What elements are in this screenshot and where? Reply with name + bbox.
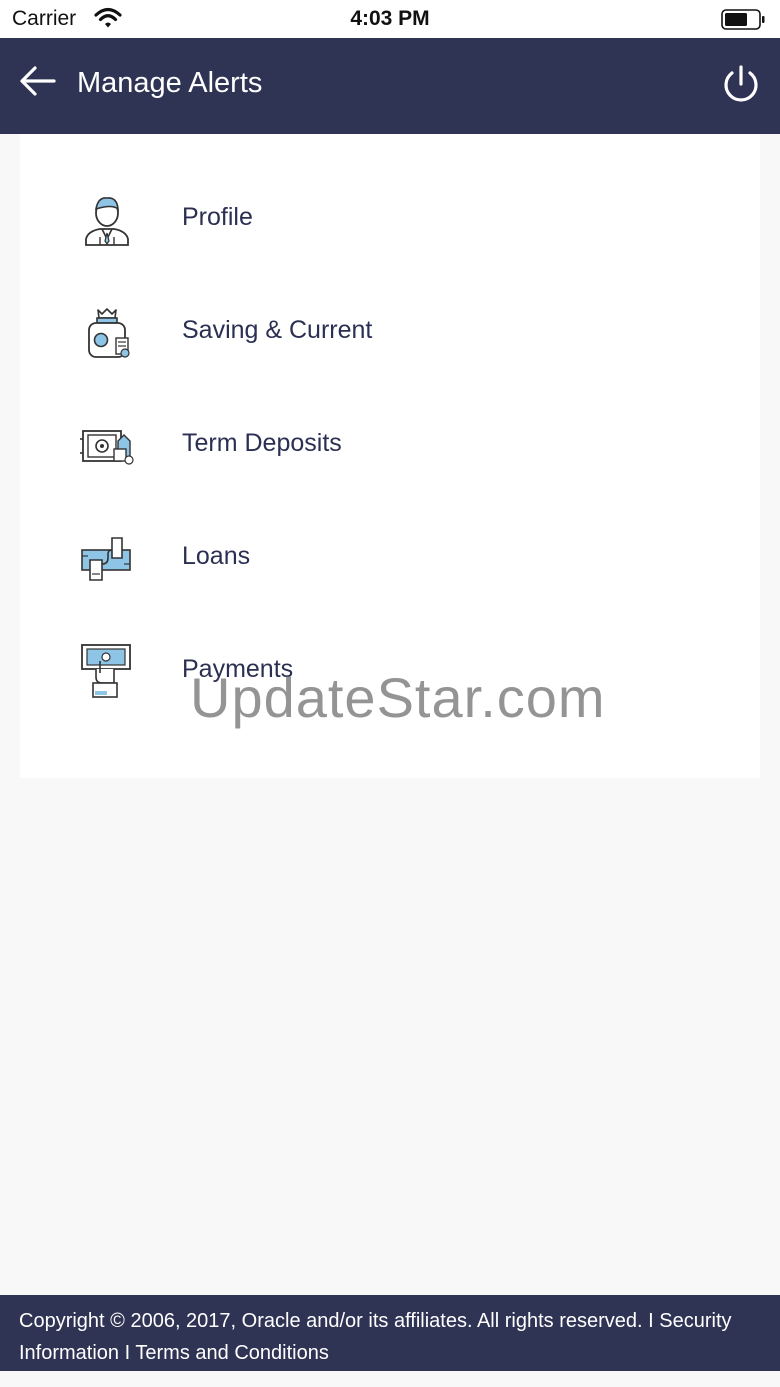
watermark: UpdateStar.com	[190, 666, 606, 729]
saving-jar-icon	[88, 308, 130, 358]
status-bar: Carrier 4:03 PM	[0, 0, 780, 38]
menu-item-loans[interactable]: Loans	[20, 502, 760, 615]
menu-item-term-deposits[interactable]: Term Deposits	[20, 389, 760, 502]
profile-icon	[85, 197, 129, 246]
safe-deposit-icon	[80, 430, 134, 465]
copyright-text: Copyright © 2006, 2017, Oracle and/or it…	[19, 1310, 643, 1332]
terms-and-conditions-link[interactable]: Terms and Conditions	[135, 1342, 328, 1364]
app-header: Manage Alerts	[0, 38, 780, 134]
footer-separator: I	[124, 1342, 131, 1364]
menu-item-label: Loans	[182, 542, 251, 570]
menu-item-profile[interactable]: Profile	[20, 163, 760, 276]
status-time: 4:03 PM	[350, 7, 430, 30]
menu-item-label: Saving & Current	[182, 316, 373, 344]
battery-icon	[721, 9, 765, 30]
payment-hand-icon	[81, 644, 131, 698]
power-icon[interactable]	[718, 62, 764, 108]
menu-item-label: Term Deposits	[182, 429, 342, 457]
loan-exchange-icon	[81, 537, 131, 581]
menu-item-saving-current[interactable]: Saving & Current	[20, 276, 760, 389]
back-arrow-icon[interactable]	[16, 62, 62, 102]
page-title: Manage Alerts	[77, 67, 263, 99]
menu-item-label: Profile	[182, 203, 253, 231]
footer: Copyright © 2006, 2017, Oracle and/or it…	[0, 1295, 780, 1371]
footer-separator: I	[648, 1310, 654, 1332]
